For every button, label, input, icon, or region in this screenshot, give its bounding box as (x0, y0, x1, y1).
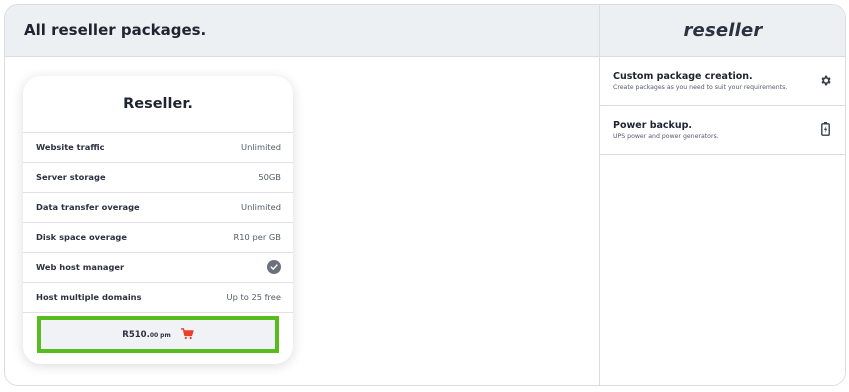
package-card: Reseller. Website traffic Unlimited Serv… (23, 76, 293, 364)
feature-item: Custom package creation. Create packages… (600, 57, 845, 106)
price-period: pm (160, 331, 171, 339)
row-value: R10 per GB (233, 232, 281, 242)
feature-row: Data transfer overage Unlimited (23, 193, 293, 223)
row-label: Server storage (36, 172, 106, 182)
package-title: Reseller. (23, 76, 293, 133)
feature-row: Web host manager (23, 253, 293, 283)
brand-logo: reseller (683, 20, 763, 41)
cart-icon (180, 325, 194, 344)
price-main: R510. (122, 329, 150, 340)
feature-row: Server storage 50GB (23, 163, 293, 193)
gear-icon (818, 73, 832, 87)
feature-title: Power backup. (613, 120, 693, 131)
feature-title: Custom package creation. (613, 71, 753, 82)
buy-button[interactable]: R510.00 pm (37, 316, 279, 353)
price: R510.00 pm (122, 330, 170, 340)
page-frame: All reseller packages. Reseller. Website… (4, 4, 846, 386)
row-label: Host multiple domains (36, 292, 142, 302)
check-circle-icon (267, 260, 281, 274)
row-value: Unlimited (241, 142, 281, 152)
row-label: Web host manager (36, 262, 125, 272)
packages-header: All reseller packages. (5, 5, 599, 57)
page-title: All reseller packages. (24, 21, 207, 39)
battery-icon (818, 122, 832, 136)
row-value: Unlimited (241, 202, 281, 212)
sidebar: reseller Custom package creation. Create… (599, 5, 845, 385)
feature-item: Power backup. UPS power and power genera… (600, 106, 845, 155)
row-value: Up to 25 free (226, 292, 282, 302)
feature-row: Disk space overage R10 per GB (23, 223, 293, 253)
sidebar-header: reseller (600, 5, 845, 57)
feature-row: Host multiple domains Up to 25 free (23, 283, 293, 313)
feature-description: UPS power and power generators. (613, 133, 719, 140)
feature-description: Create packages as you need to suit your… (613, 84, 788, 91)
row-label: Disk space overage (36, 232, 127, 242)
price-cents: 00 (149, 331, 159, 339)
feature-row: Website traffic Unlimited (23, 133, 293, 163)
row-label: Website traffic (36, 142, 105, 152)
row-label: Data transfer overage (36, 202, 140, 212)
row-value: 50GB (258, 172, 281, 182)
